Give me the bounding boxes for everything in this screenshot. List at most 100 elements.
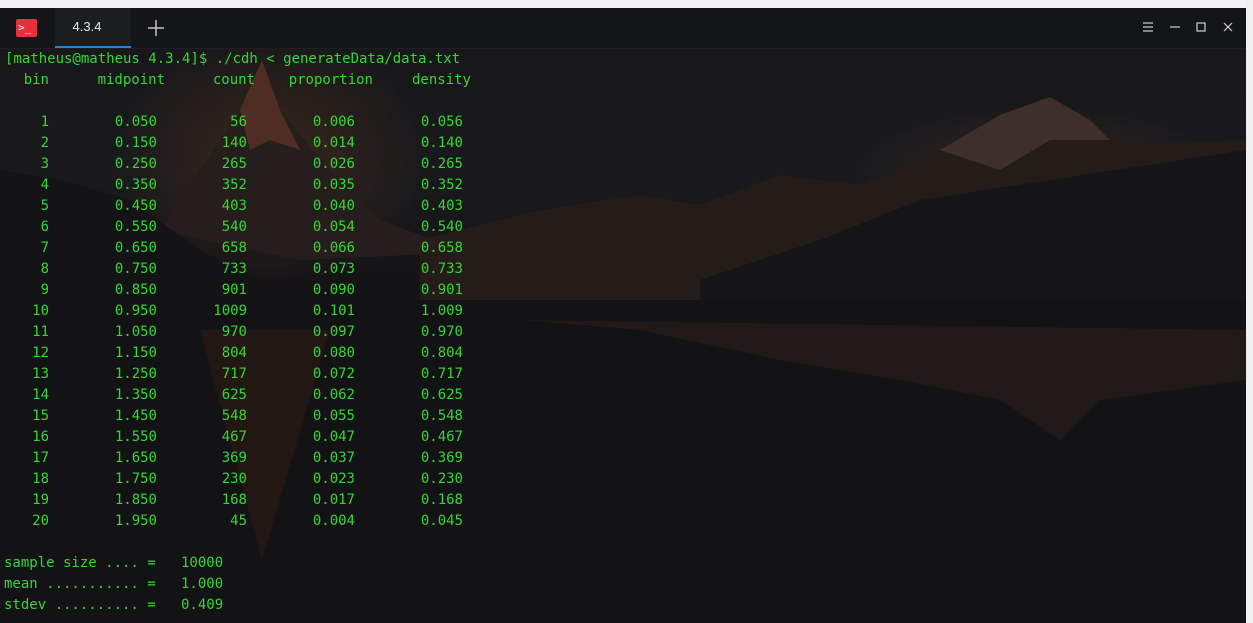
command-prompt: [matheus@matheus 4.3.4]$ ./cdh < generat… (5, 51, 461, 67)
cell-density: 0.901 (420, 282, 463, 298)
cell-midpoint: 0.750 (114, 261, 157, 277)
cell-midpoint: 0.850 (114, 282, 157, 298)
cell-midpoint: 1.750 (114, 471, 157, 487)
table-header: bin midpoint count proportion density (5, 70, 471, 91)
cell-bin: 2 (40, 135, 49, 151)
table-row: 8 0.750 733 0.073 0.733 (5, 259, 463, 280)
cell-density: 1.009 (420, 303, 463, 319)
cell-bin: 15 (32, 408, 49, 424)
hamburger-icon[interactable] (1141, 20, 1155, 34)
cell-count: 352 (221, 177, 247, 193)
cell-count: 1009 (213, 303, 247, 319)
cell-midpoint: 0.350 (114, 177, 157, 193)
table-row: 1 0.050 56 0.006 0.056 (5, 112, 463, 133)
title-bar: >_ 4.3.4 (0, 8, 1246, 49)
cell-count: 804 (221, 345, 247, 361)
cell-proportion: 0.023 (312, 471, 355, 487)
cell-bin: 11 (32, 324, 49, 340)
cell-bin: 12 (32, 345, 49, 361)
stat-line: sample size .... = 10000 (4, 555, 224, 571)
cell-midpoint: 1.550 (114, 429, 157, 445)
table-row: 6 0.550 540 0.054 0.540 (5, 217, 463, 238)
cell-bin: 7 (40, 240, 49, 256)
table-row: 9 0.850 901 0.090 0.901 (5, 280, 463, 301)
cell-midpoint: 1.650 (114, 450, 157, 466)
cell-density: 0.733 (420, 261, 463, 277)
cell-proportion: 0.062 (312, 387, 355, 403)
cell-proportion: 0.035 (312, 177, 355, 193)
cell-density: 0.970 (420, 324, 463, 340)
table-row: 16 1.550 467 0.047 0.467 (5, 427, 463, 448)
header-midpoint: midpoint (97, 72, 165, 88)
cell-midpoint: 0.050 (114, 114, 157, 130)
header-density: density (411, 72, 471, 88)
plus-icon[interactable] (146, 18, 166, 38)
cell-proportion: 0.047 (312, 429, 355, 445)
cell-density: 0.045 (420, 513, 463, 529)
cell-density: 0.168 (420, 492, 463, 508)
close-icon[interactable] (1221, 20, 1235, 34)
cell-density: 0.658 (420, 240, 463, 256)
cell-proportion: 0.097 (312, 324, 355, 340)
cell-density: 0.140 (420, 135, 463, 151)
cell-midpoint: 0.450 (114, 198, 157, 214)
cell-proportion: 0.054 (312, 219, 355, 235)
table-row: 20 1.950 45 0.004 0.045 (5, 511, 463, 532)
tab-4-3-4[interactable]: 4.3.4 (55, 8, 131, 48)
cell-density: 0.056 (420, 114, 463, 130)
cell-proportion: 0.004 (312, 513, 355, 529)
cell-bin: 18 (32, 471, 49, 487)
cell-bin: 4 (40, 177, 49, 193)
cell-bin: 1 (40, 114, 49, 130)
cell-midpoint: 0.250 (114, 156, 157, 172)
table-row: 19 1.850 168 0.017 0.168 (5, 490, 463, 511)
cell-proportion: 0.026 (312, 156, 355, 172)
cell-count: 540 (221, 219, 247, 235)
cell-bin: 16 (32, 429, 49, 445)
cell-midpoint: 0.550 (114, 219, 157, 235)
terminal-icon[interactable]: >_ (16, 19, 37, 37)
cell-proportion: 0.017 (312, 492, 355, 508)
cell-midpoint: 0.650 (114, 240, 157, 256)
table-row: 13 1.250 717 0.072 0.717 (5, 364, 463, 385)
stat-line: mean ........... = 1.000 (4, 576, 224, 592)
cell-bin: 8 (40, 261, 49, 277)
cell-count: 403 (221, 198, 247, 214)
cell-bin: 6 (40, 219, 49, 235)
cell-proportion: 0.006 (312, 114, 355, 130)
cell-midpoint: 1.350 (114, 387, 157, 403)
header-bin: bin (23, 72, 49, 88)
cell-density: 0.352 (420, 177, 463, 193)
cell-proportion: 0.101 (312, 303, 355, 319)
cell-density: 0.230 (420, 471, 463, 487)
cell-count: 168 (221, 492, 247, 508)
cell-bin: 14 (32, 387, 49, 403)
cell-proportion: 0.040 (312, 198, 355, 214)
tab-label: 4.3.4 (72, 19, 102, 34)
cell-bin: 3 (40, 156, 49, 172)
header-count: count (212, 72, 255, 88)
cell-count: 733 (221, 261, 247, 277)
cell-proportion: 0.072 (312, 366, 355, 382)
table-row: 17 1.650 369 0.037 0.369 (5, 448, 463, 469)
cell-density: 0.265 (420, 156, 463, 172)
cell-density: 0.540 (420, 219, 463, 235)
cell-midpoint: 1.450 (114, 408, 157, 424)
cell-bin: 13 (32, 366, 49, 382)
cell-count: 467 (221, 429, 247, 445)
table-row: 18 1.750 230 0.023 0.230 (5, 469, 463, 490)
cell-proportion: 0.073 (312, 261, 355, 277)
minimize-icon[interactable] (1168, 20, 1182, 34)
maximize-icon[interactable] (1194, 20, 1208, 34)
cell-midpoint: 1.950 (114, 513, 157, 529)
cell-density: 0.467 (420, 429, 463, 445)
table-row: 2 0.150 140 0.014 0.140 (5, 133, 463, 154)
cell-proportion: 0.014 (312, 135, 355, 151)
cell-density: 0.369 (420, 450, 463, 466)
cell-proportion: 0.066 (312, 240, 355, 256)
cell-density: 0.804 (420, 345, 463, 361)
cell-proportion: 0.055 (312, 408, 355, 424)
cell-count: 45 (230, 513, 247, 529)
cell-count: 901 (221, 282, 247, 298)
cell-midpoint: 1.250 (114, 366, 157, 382)
